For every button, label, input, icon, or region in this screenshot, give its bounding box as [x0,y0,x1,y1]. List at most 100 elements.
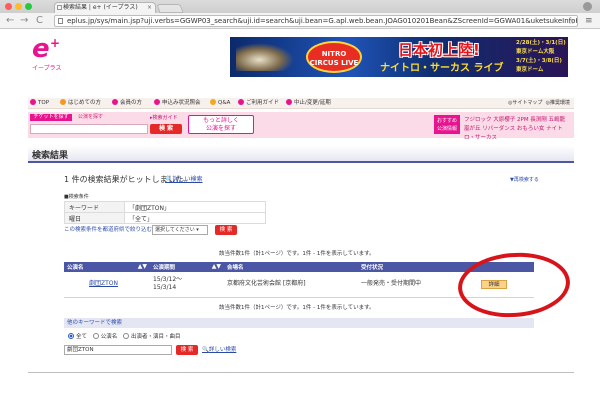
browser-tab[interactable]: 検索結果 | e+ (イープラス) × [54,2,156,13]
new-tab-button[interactable] [156,4,184,13]
reload-icon[interactable]: C [36,14,43,27]
bookmark-star-icon[interactable]: ☆ [568,16,575,26]
result-status-cell: 一般発売・受付期間中 [358,272,458,298]
banner-venue-2: 東京ドーム [516,67,544,73]
research-link[interactable]: ▼再検索する [510,176,539,183]
page-info-icon [58,18,63,24]
radio-all[interactable]: 全て [64,333,87,340]
condition-value: 「全て」 [124,212,266,224]
logo-mark: e [32,34,50,64]
performance-link[interactable]: 劇団ZTON [67,280,118,287]
condition-row: 曜日 「全て」 [64,212,266,224]
tab-close-icon[interactable]: × [147,3,152,13]
banner-headline: 日本初上陸! [398,41,480,59]
recommend-label: おすすめ 公演情報 [434,115,460,134]
banner-date-1: 2/28(土)・3/1(日) [516,40,566,46]
nav-item-top[interactable]: TOP [30,98,49,108]
page-favicon-icon [57,5,62,10]
sort-icon[interactable]: ▲▼ [138,263,147,270]
condition-label: キーワード [64,201,125,213]
address-bar-row: ← → C eplus.jp/sys/main.jsp?uji.verbs=GG… [0,13,600,29]
sitemap-link[interactable]: ◎サイトマップ [508,100,542,106]
result-name-cell: 劇団ZTON [64,272,150,298]
nav-item-guide[interactable]: ご利用ガイド [238,98,279,108]
question-icon [210,99,216,105]
column-header-venue: 会場名 [224,262,358,272]
search-scope-radios: 全て 公演名 出演者・演目・曲目 [64,333,181,341]
page-root: 検索結果 | e+ (イープラス) × ← → C eplus.jp/sys/m… [0,0,600,400]
eplus-logo[interactable]: e + [32,34,66,66]
url-input[interactable]: eplus.jp/sys/main.jsp?uji.verbs=GGWP03_s… [54,15,578,27]
guide-icon [238,99,244,105]
beginner-icon [60,99,66,105]
radio-performance-name[interactable]: 公演名 [89,333,117,340]
page-title: 検索結果 [32,151,69,161]
highlight-circle-annotation [455,249,573,321]
sort-icon[interactable]: ▲▼ [212,263,221,270]
recommended-environment-link[interactable]: ◎推奨環境 [546,100,570,106]
other-keyword-input[interactable]: 劇団ZTON [64,345,172,355]
condition-label: 曜日 [64,212,125,224]
nitro-circus-logo: NITRO CIRCUS LIVE [306,41,362,73]
member-icon [112,99,118,105]
search-icon: 🔍 [202,347,209,353]
other-search-button[interactable]: 検 索 [176,345,198,355]
advanced-search-line2: 公演を探す [205,125,236,132]
banner-subhead: ナイトロ・サーカス ライブ [380,63,504,74]
section-title-bar: 検索結果 [28,146,574,163]
quick-search-button[interactable]: 検 索 [150,124,182,134]
chevron-down-icon: ▾ [194,227,199,233]
column-header-name[interactable]: 公演名 ▲▼ [64,262,150,272]
divider [28,372,574,373]
ticket-search-label: チケットを探す [30,114,72,121]
motocross-rider-image [236,43,294,71]
column-header-status: 受付状況 [358,262,458,272]
url-text: eplus.jp/sys/main.jsp?uji.verbs=GGWP03_s… [67,17,578,25]
other-detail-search-link[interactable]: 🔍詳しい検索 [202,345,236,355]
search-guide-link[interactable]: ▸検索ガイド [150,114,178,121]
nav-item-qa[interactable]: Q&A [210,98,230,108]
detail-search-link[interactable]: 🔍詳しい検索 [165,174,203,185]
recommend-label-line1: おすすめ [436,118,457,124]
ad-banner[interactable]: NITRO CIRCUS LIVE 日本初上陸! ナイトロ・サーカス ライブ 2… [230,37,568,77]
recommend-keywords[interactable]: フジロック 大原櫻子 2PM 長渕剛 五嶋龍 嵐が丘 リバーダンス おもろい女 … [464,116,572,143]
nav-item-beginners[interactable]: はじめての方 [60,98,101,108]
banner-venue-1: 東京ドーム大阪 [516,49,555,55]
page-count-note-bottom: 該当件数1件（計1ページ）です。1件 - 1件を表示しています。 [219,305,375,311]
quick-search-input[interactable] [30,124,148,134]
nav-item-members[interactable]: 会員の方 [112,98,142,108]
prefecture-select[interactable]: 選択してください ▾ [152,225,208,235]
page-count-note-top: 該当件数1件（計1ページ）です。1件 - 1件を表示しています。 [219,251,375,257]
period-end: 15/3/14 [153,284,177,292]
radio-performers[interactable]: 出演者・演目・曲目 [119,333,181,340]
quick-search-bar: チケットを探す 公演を探す ▸検索ガイド 検 索 もっと詳しく 公演を探す おす… [28,112,574,141]
advanced-search-button[interactable]: もっと詳しく 公演を探す [188,115,254,134]
radio-unselected-icon [92,333,99,339]
narrow-by-prefecture-label: この検索条件を都道府県で絞り込む [64,227,153,233]
global-nav: TOP はじめての方 会員の方 申込み状況照会 Q&A ご利用ガイド 中止/変更… [28,98,574,109]
logo-plus: + [50,36,61,50]
narrow-search-button[interactable]: 検 索 [215,225,237,235]
browser-tab-bar: 検索結果 | e+ (イープラス) × [0,0,600,13]
recommend-label-line2: 公演情報 [436,126,457,132]
result-venue-cell: 京都府文化芸術会館 [京都府] [224,272,358,298]
results-header-row: 公演名 ▲▼ 公演期間 ▲▼ 会場名 受付状況 [64,262,534,272]
back-arrow-icon[interactable]: ← [6,14,14,27]
nav-item-cancellations[interactable]: 中止/変更/延期 [286,98,331,108]
profile-icon[interactable] [583,2,592,11]
banner-dates: 2/28(土)・3/1(日) 東京ドーム大阪 3/7(土)・3/8(日) 東京ド… [516,39,566,75]
browser-menu-icon[interactable]: ≡ [585,16,593,26]
radio-unselected-icon [123,333,130,339]
home-icon [30,99,36,105]
keyword-label: 公演を探す [78,114,104,120]
nav-item-application-status[interactable]: 申込み状況照会 [154,98,201,108]
zoom-window-icon[interactable] [25,3,32,10]
warning-icon [286,99,292,105]
close-window-icon[interactable] [5,3,12,10]
column-header-period[interactable]: 公演期間 ▲▼ [150,262,224,272]
minimize-window-icon[interactable] [15,3,22,10]
nav-right-links: ◎サイトマップ ◎推奨環境 [508,98,570,108]
period-start: 15/3/12～ [153,276,183,284]
forward-arrow-icon[interactable]: → [20,14,28,27]
result-period-cell: 15/3/12～ 15/3/14 [150,272,224,298]
